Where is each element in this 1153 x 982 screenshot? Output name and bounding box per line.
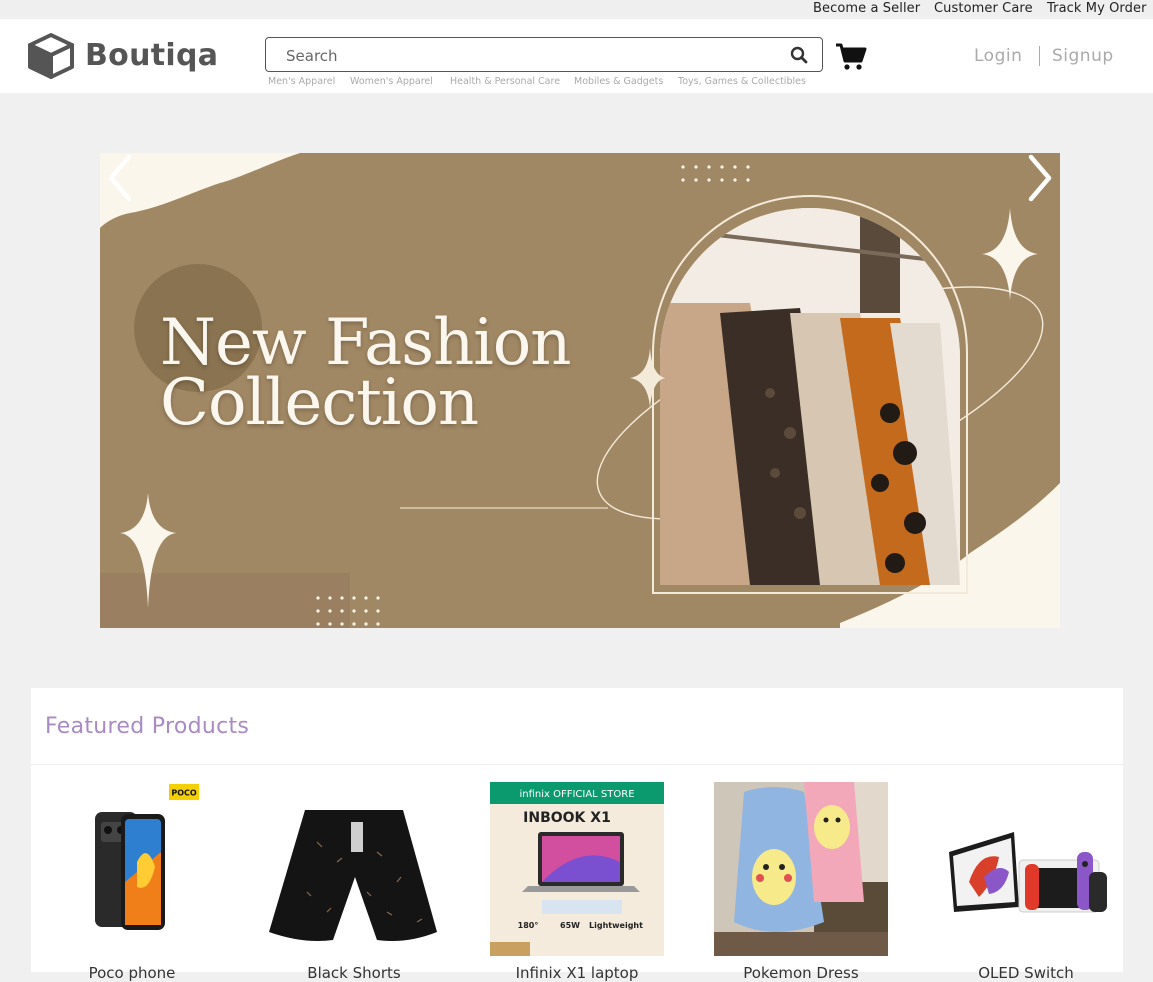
shopping-cart-icon[interactable] [835,43,867,71]
banner-title-line1: New Fashion [160,306,571,380]
spec-label: Lightweight [589,921,643,930]
featured-title: Featured Products [45,714,250,739]
banner-title-line2: Collection [160,366,479,440]
category-link[interactable]: Toys, Games & Collectibles [678,76,806,87]
banner-title: New Fashion Collection [160,306,571,440]
carousel-next-icon[interactable] [1025,153,1055,203]
category-link[interactable]: Mobiles & Gadgets [574,76,663,87]
product-card[interactable]: OLED Switch [939,782,1113,982]
product-card[interactable]: Pokemon Dress [714,782,888,982]
product-name[interactable]: Black Shorts [267,964,441,982]
store-label: infinix OFFICIAL STORE [519,789,634,800]
search-icon[interactable] [790,46,808,64]
product-image[interactable] [714,782,888,956]
product-card[interactable]: POCO Poco phone [45,782,219,982]
search-input[interactable] [284,44,768,68]
customer-care-link[interactable]: Customer Care [934,1,1033,16]
spec-label: 65W [560,921,580,930]
featured-products-section: Featured Products POCO Poco phone Black … [31,688,1123,982]
spec-label: 180° [518,921,539,930]
site-header: Boutiqa Men's Apparel Women's Apparel He… [0,19,1153,93]
search-bar [265,37,823,72]
auth-divider [1039,46,1040,66]
signup-link[interactable]: Signup [1052,46,1114,66]
product-card[interactable]: infinix OFFICIAL STORE INBOOK X1 180° 65… [490,782,664,982]
laptop-model: INBOOK X1 [523,810,611,826]
category-link[interactable]: Health & Personal Care [450,76,560,87]
category-link[interactable]: Women's Apparel [350,76,433,87]
product-name[interactable]: Pokemon Dress [714,964,888,982]
product-name[interactable]: OLED Switch [939,964,1113,982]
top-utility-bar: Become a Seller Customer Care Track My O… [0,0,1153,19]
brand-name[interactable]: Boutiqa [85,38,218,73]
product-image[interactable] [267,782,441,956]
login-link[interactable]: Login [974,46,1022,66]
product-image[interactable]: POCO [45,782,219,956]
track-order-link[interactable]: Track My Order [1047,1,1147,16]
section-divider [31,764,1123,765]
category-link[interactable]: Men's Apparel [268,76,335,87]
carousel-prev-icon[interactable] [105,153,135,203]
product-name[interactable]: Infinix X1 laptop [490,964,664,982]
product-card[interactable]: Black Shorts [267,782,441,982]
hero-banner[interactable]: New Fashion Collection [100,153,1060,628]
product-badge: POCO [171,789,197,798]
product-image[interactable]: infinix OFFICIAL STORE INBOOK X1 180° 65… [490,782,664,956]
box-logo-icon[interactable] [26,32,76,80]
become-seller-link[interactable]: Become a Seller [813,1,920,16]
product-name[interactable]: Poco phone [45,964,219,982]
product-image[interactable] [939,782,1113,956]
